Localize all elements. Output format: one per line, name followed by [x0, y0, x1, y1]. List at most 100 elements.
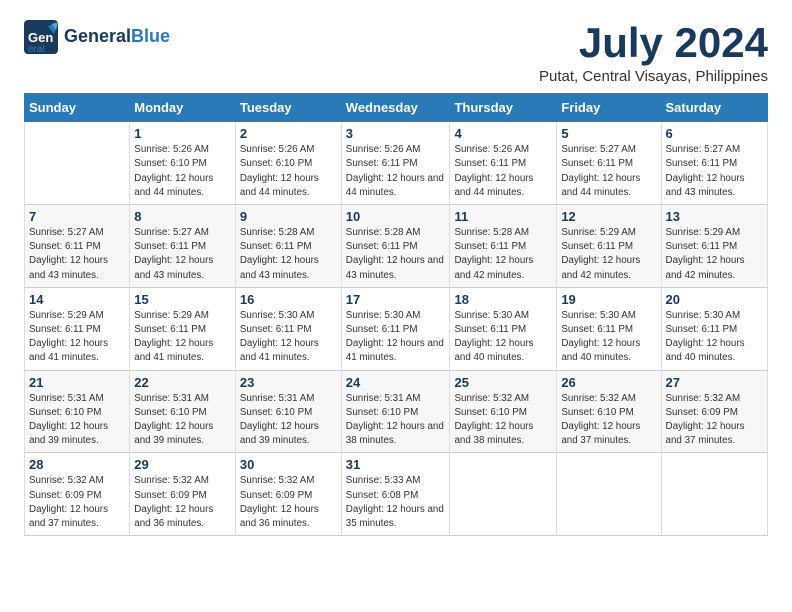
- calendar-day-cell: 11 Sunrise: 5:28 AMSunset: 6:11 PMDayligh…: [450, 205, 557, 288]
- title-area: July 2024 Putat, Central Visayas, Philip…: [539, 20, 768, 85]
- calendar-day-cell: 27 Sunrise: 5:32 AMSunset: 6:09 PMDayligh…: [661, 370, 767, 453]
- day-info: Sunrise: 5:30 AMSunset: 6:11 PMDaylight:…: [561, 309, 656, 366]
- logo-general: GeneralBlue: [64, 27, 170, 47]
- day-info: Sunrise: 5:30 AMSunset: 6:11 PMDaylight:…: [666, 309, 763, 366]
- day-info: Sunrise: 5:26 AMSunset: 6:10 PMDaylight:…: [240, 143, 337, 200]
- day-number: 16: [240, 292, 337, 307]
- header-thursday: Thursday: [450, 94, 557, 122]
- calendar-table: Sunday Monday Tuesday Wednesday Thursday…: [24, 93, 768, 536]
- day-info: Sunrise: 5:31 AMSunset: 6:10 PMDaylight:…: [346, 392, 446, 449]
- calendar-week-row: 21 Sunrise: 5:31 AMSunset: 6:10 PMDayligh…: [25, 370, 768, 453]
- day-number: 21: [29, 375, 125, 390]
- day-number: 18: [454, 292, 552, 307]
- day-info: Sunrise: 5:32 AMSunset: 6:10 PMDaylight:…: [454, 392, 552, 449]
- day-number: 28: [29, 457, 125, 472]
- logo-icon: Gen eral: [24, 20, 58, 54]
- day-number: 4: [454, 126, 552, 141]
- day-info: Sunrise: 5:32 AMSunset: 6:09 PMDaylight:…: [666, 392, 763, 449]
- day-number: 11: [454, 209, 552, 224]
- day-number: 30: [240, 457, 337, 472]
- day-info: Sunrise: 5:32 AMSunset: 6:10 PMDaylight:…: [561, 392, 656, 449]
- calendar-day-cell: 1 Sunrise: 5:26 AMSunset: 6:10 PMDaylight…: [130, 122, 236, 205]
- day-number: 1: [134, 126, 231, 141]
- day-info: Sunrise: 5:28 AMSunset: 6:11 PMDaylight:…: [454, 226, 552, 283]
- calendar-day-cell: 15 Sunrise: 5:29 AMSunset: 6:11 PMDayligh…: [130, 287, 236, 370]
- calendar-day-cell: 25 Sunrise: 5:32 AMSunset: 6:10 PMDayligh…: [450, 370, 557, 453]
- svg-text:Gen: Gen: [28, 30, 53, 45]
- day-number: 27: [666, 375, 763, 390]
- day-info: Sunrise: 5:28 AMSunset: 6:11 PMDaylight:…: [346, 226, 446, 283]
- calendar-day-cell: [25, 122, 130, 205]
- day-info: Sunrise: 5:30 AMSunset: 6:11 PMDaylight:…: [240, 309, 337, 366]
- header-tuesday: Tuesday: [235, 94, 341, 122]
- day-info: Sunrise: 5:31 AMSunset: 6:10 PMDaylight:…: [134, 392, 231, 449]
- calendar-day-cell: 8Sunrise: 5:27 AMSunset: 6:11 PMDaylight…: [130, 205, 236, 288]
- header-area: Gen eral GeneralBlue July 2024 Putat, Ce…: [24, 20, 768, 85]
- day-number: 24: [346, 375, 446, 390]
- day-number: 23: [240, 375, 337, 390]
- day-info: Sunrise: 5:29 AMSunset: 6:11 PMDaylight:…: [561, 226, 656, 283]
- day-info: Sunrise: 5:29 AMSunset: 6:11 PMDaylight:…: [134, 309, 231, 366]
- calendar-day-cell: [661, 453, 767, 536]
- day-info: Sunrise: 5:27 AMSunset: 6:11 PMDaylight:…: [29, 226, 125, 283]
- calendar-day-cell: 6Sunrise: 5:27 AMSunset: 6:11 PMDaylight…: [661, 122, 767, 205]
- day-info: Sunrise: 5:27 AMSunset: 6:11 PMDaylight:…: [561, 143, 656, 200]
- day-info: Sunrise: 5:27 AMSunset: 6:11 PMDaylight:…: [134, 226, 231, 283]
- day-info: Sunrise: 5:26 AMSunset: 6:11 PMDaylight:…: [454, 143, 552, 200]
- calendar-day-cell: 16 Sunrise: 5:30 AMSunset: 6:11 PMDayligh…: [235, 287, 341, 370]
- day-number: 15: [134, 292, 231, 307]
- day-number: 12: [561, 209, 656, 224]
- calendar-week-row: 14 Sunrise: 5:29 AMSunset: 6:11 PMDayligh…: [25, 287, 768, 370]
- day-info: Sunrise: 5:30 AMSunset: 6:11 PMDaylight:…: [346, 309, 446, 366]
- day-info: Sunrise: 5:29 AMSunset: 6:11 PMDaylight:…: [666, 226, 763, 283]
- month-year-title: July 2024: [539, 20, 768, 66]
- header-friday: Friday: [557, 94, 661, 122]
- day-info: Sunrise: 5:31 AMSunset: 6:10 PMDaylight:…: [240, 392, 337, 449]
- header-saturday: Saturday: [661, 94, 767, 122]
- calendar-day-cell: 23 Sunrise: 5:31 AMSunset: 6:10 PMDayligh…: [235, 370, 341, 453]
- calendar-day-cell: 7 Sunrise: 5:27 AMSunset: 6:11 PMDaylight…: [25, 205, 130, 288]
- day-number: 5: [561, 126, 656, 141]
- calendar-day-cell: 31Sunrise: 5:33 AMSunset: 6:08 PMDayligh…: [341, 453, 450, 536]
- calendar-day-cell: [450, 453, 557, 536]
- day-number: 19: [561, 292, 656, 307]
- calendar-day-cell: 5 Sunrise: 5:27 AMSunset: 6:11 PMDaylight…: [557, 122, 661, 205]
- calendar-day-cell: 20 Sunrise: 5:30 AMSunset: 6:11 PMDayligh…: [661, 287, 767, 370]
- day-info: Sunrise: 5:26 AMSunset: 6:10 PMDaylight:…: [134, 143, 231, 200]
- day-info: Sunrise: 5:31 AMSunset: 6:10 PMDaylight:…: [29, 392, 125, 449]
- day-info: Sunrise: 5:32 AMSunset: 6:09 PMDaylight:…: [29, 474, 125, 531]
- calendar-week-row: 1 Sunrise: 5:26 AMSunset: 6:10 PMDaylight…: [25, 122, 768, 205]
- day-info: Sunrise: 5:26 AMSunset: 6:11 PMDaylight:…: [346, 143, 446, 200]
- day-number: 10: [346, 209, 446, 224]
- day-number: 20: [666, 292, 763, 307]
- weekday-header-row: Sunday Monday Tuesday Wednesday Thursday…: [25, 94, 768, 122]
- calendar-day-cell: 9Sunrise: 5:28 AMSunset: 6:11 PMDaylight…: [235, 205, 341, 288]
- calendar-day-cell: 17 Sunrise: 5:30 AMSunset: 6:11 PMDayligh…: [341, 287, 450, 370]
- calendar-day-cell: 2Sunrise: 5:26 AMSunset: 6:10 PMDaylight…: [235, 122, 341, 205]
- calendar-day-cell: 26 Sunrise: 5:32 AMSunset: 6:10 PMDayligh…: [557, 370, 661, 453]
- day-number: 26: [561, 375, 656, 390]
- calendar-day-cell: 19 Sunrise: 5:30 AMSunset: 6:11 PMDayligh…: [557, 287, 661, 370]
- calendar-day-cell: 21 Sunrise: 5:31 AMSunset: 6:10 PMDayligh…: [25, 370, 130, 453]
- calendar-day-cell: 24 Sunrise: 5:31 AMSunset: 6:10 PMDayligh…: [341, 370, 450, 453]
- calendar-day-cell: 29Sunrise: 5:32 AMSunset: 6:09 PMDayligh…: [130, 453, 236, 536]
- calendar-day-cell: 12 Sunrise: 5:29 AMSunset: 6:11 PMDayligh…: [557, 205, 661, 288]
- logo: Gen eral GeneralBlue: [24, 20, 170, 54]
- day-info: Sunrise: 5:30 AMSunset: 6:11 PMDaylight:…: [454, 309, 552, 366]
- day-info: Sunrise: 5:32 AMSunset: 6:09 PMDaylight:…: [134, 474, 231, 531]
- calendar-day-cell: 3Sunrise: 5:26 AMSunset: 6:11 PMDaylight…: [341, 122, 450, 205]
- calendar-day-cell: 14Sunrise: 5:29 AMSunset: 6:11 PMDayligh…: [25, 287, 130, 370]
- calendar-day-cell: 30 Sunrise: 5:32 AMSunset: 6:09 PMDayligh…: [235, 453, 341, 536]
- day-number: 7: [29, 209, 125, 224]
- header-wednesday: Wednesday: [341, 94, 450, 122]
- day-info: Sunrise: 5:32 AMSunset: 6:09 PMDaylight:…: [240, 474, 337, 531]
- day-number: 25: [454, 375, 552, 390]
- calendar-day-cell: 10 Sunrise: 5:28 AMSunset: 6:11 PMDayligh…: [341, 205, 450, 288]
- day-number: 17: [346, 292, 446, 307]
- header-sunday: Sunday: [25, 94, 130, 122]
- day-number: 6: [666, 126, 763, 141]
- day-number: 14: [29, 292, 125, 307]
- day-number: 9: [240, 209, 337, 224]
- calendar-day-cell: 22Sunrise: 5:31 AMSunset: 6:10 PMDayligh…: [130, 370, 236, 453]
- day-number: 31: [346, 457, 446, 472]
